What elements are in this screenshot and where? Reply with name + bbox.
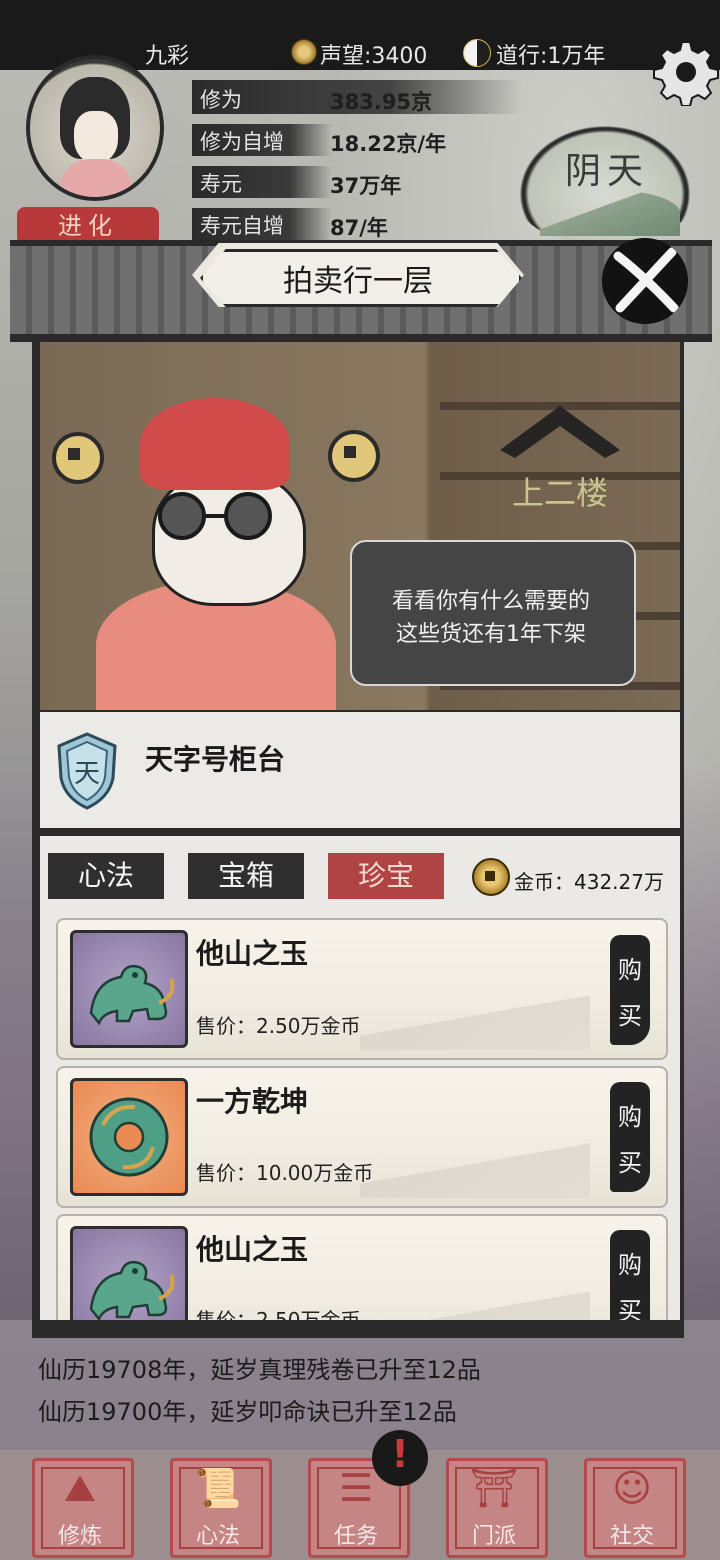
stat-label-cultivation-rate: 修为自增 — [200, 130, 284, 154]
item-icon-frame[interactable] — [70, 1226, 188, 1320]
stat-label-lifespan-rate: 寿元自增 — [200, 214, 284, 238]
dao-value: 道行:1万年 — [496, 44, 606, 69]
fame-coin-icon — [291, 39, 317, 65]
event-log — [0, 1330, 720, 1446]
log-line: 仙历19700年，延岁叩命诀已升至12品 — [38, 1398, 457, 1426]
counter-header — [40, 712, 680, 828]
avatar-face — [74, 111, 118, 163]
item-name: 他山之玉 — [196, 1233, 309, 1266]
avatar-body — [60, 159, 132, 197]
copper-coin-icon — [328, 430, 380, 482]
stat-value-cultivation-rate: 18.22京/年 — [330, 132, 447, 156]
stat-value-cultivation: 383.95京 — [330, 90, 433, 114]
item-icon-frame[interactable] — [70, 930, 188, 1048]
card-mountain-decoration — [360, 990, 590, 1050]
stat-value-lifespan: 37万年 — [330, 174, 402, 198]
player-name: 九彩 — [145, 44, 190, 69]
jade-disc-icon — [89, 1097, 169, 1177]
stat-value-lifespan-rate: 87/年 — [330, 216, 388, 240]
item-price: 售价：10.00万金币 — [196, 1161, 374, 1185]
go-upstairs-button[interactable]: 上二楼 — [495, 468, 625, 514]
buy-button-char: 购 — [618, 1251, 642, 1279]
counter-title: 天字号柜台 — [145, 743, 286, 776]
card-mountain-decoration — [360, 1138, 590, 1198]
nav-label: 社交 — [609, 1524, 654, 1549]
shield-badge-icon: 天 — [57, 732, 117, 810]
jade-beast-icon — [89, 1260, 175, 1320]
nav-label: 修炼 — [57, 1524, 102, 1549]
gate-icon: ⛩ — [469, 1466, 519, 1510]
svg-text:天: 天 — [74, 759, 100, 789]
nav-label: 门派 — [471, 1524, 516, 1549]
fame-value: 声望:3400 — [320, 44, 428, 69]
gear-icon[interactable] — [652, 38, 720, 106]
item-icon-frame[interactable] — [70, 1078, 188, 1196]
item-price: 售价：2.50万金币 — [196, 1014, 361, 1038]
item-price: 售价：2.50万金币 — [196, 1308, 361, 1320]
card-mountain-decoration — [360, 1286, 590, 1320]
buy-button-char: 买 — [618, 1002, 642, 1030]
buy-button-char: 买 — [618, 1149, 642, 1177]
copper-coin-icon — [52, 432, 104, 484]
speech-line: 这些货还有1年下架 — [396, 622, 586, 647]
log-line: 仙历19708年，延岁真理残卷已升至12品 — [38, 1356, 481, 1384]
alert-mark: ! — [391, 1432, 409, 1476]
stat-label-cultivation: 修为 — [200, 88, 242, 112]
item-name: 他山之玉 — [196, 937, 309, 970]
up-arrow-icon[interactable] — [495, 398, 625, 468]
close-icon[interactable] — [602, 238, 688, 324]
nav-label: 任务 — [333, 1524, 378, 1549]
item-name: 一方乾坤 — [196, 1085, 309, 1118]
weather-hill-icon — [540, 190, 680, 236]
buy-button-char: 买 — [618, 1297, 642, 1320]
item-list[interactable]: 他山之玉 售价：2.50万金币 购 买 一方乾坤 售价：10.00万金币 购 买 — [40, 836, 680, 1320]
people-icon: ☺ — [612, 1466, 652, 1510]
scroll-icon: 📜 — [194, 1466, 242, 1510]
buy-button-char: 购 — [618, 1103, 642, 1131]
mountain-icon: ⛰ — [64, 1466, 96, 1510]
jade-beast-icon — [89, 964, 175, 1026]
weather-text: 阴天 — [565, 151, 650, 192]
stat-label-lifespan: 寿元 — [200, 172, 242, 196]
merchant-hat — [140, 398, 290, 490]
speech-line: 看看你有什么需要的 — [391, 589, 590, 614]
nav-label: 心法 — [195, 1524, 240, 1549]
player-avatar[interactable] — [26, 55, 164, 201]
merchant-glasses-icon — [158, 492, 272, 540]
buy-button-char: 购 — [618, 956, 642, 984]
taiji-icon — [463, 39, 491, 67]
dialog-title: 拍卖行一层 — [283, 264, 433, 299]
